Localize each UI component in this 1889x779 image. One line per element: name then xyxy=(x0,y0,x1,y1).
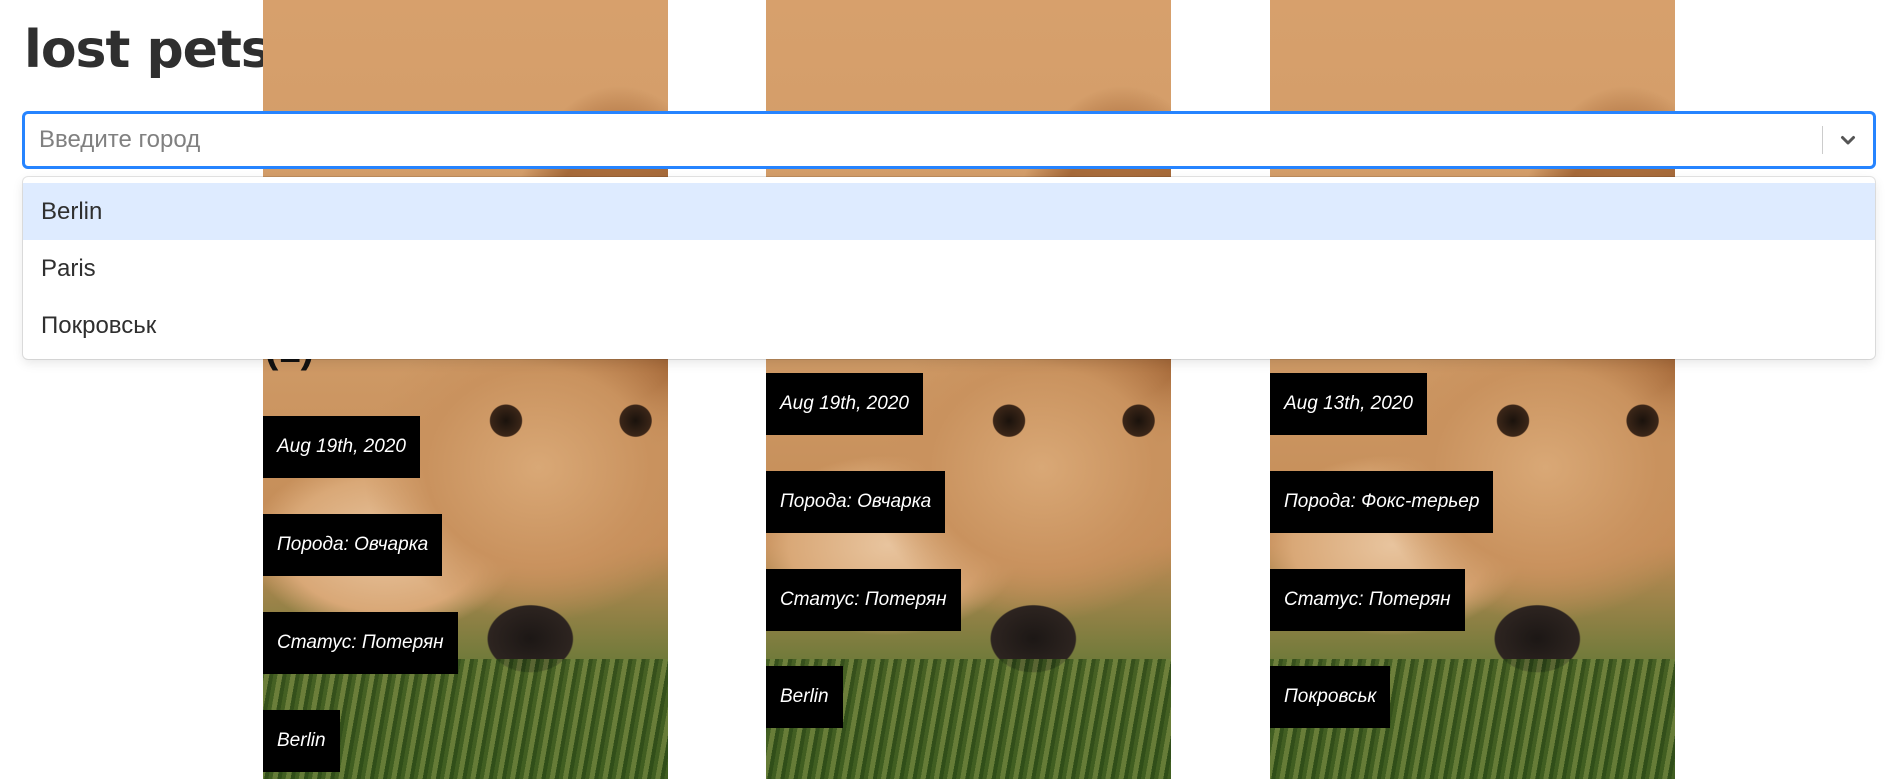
city-select[interactable] xyxy=(23,112,1875,168)
city-option-berlin[interactable]: Berlin xyxy=(23,183,1875,240)
date-tag: Aug 19th, 2020 xyxy=(263,416,420,478)
city-tag: Покровськ xyxy=(1270,666,1391,728)
chevron-down-icon[interactable] xyxy=(1831,124,1865,156)
city-tag: Berlin xyxy=(263,710,340,772)
city-option-paris[interactable]: Paris xyxy=(23,240,1875,297)
breed-tag: Порода: Овчарка xyxy=(766,471,946,533)
city-option-pokrovsk[interactable]: Покровськ xyxy=(23,297,1875,354)
status-tag: Статус: Потерян xyxy=(1270,569,1465,631)
status-tag: Статус: Потерян xyxy=(766,569,961,631)
breed-tag: Порода: Фокс-терьер xyxy=(1270,471,1494,533)
city-tag: Berlin xyxy=(766,666,843,728)
indicator-separator xyxy=(1822,126,1823,154)
status-tag: Статус: Потерян xyxy=(263,612,458,674)
city-dropdown-menu: Berlin Paris Покровськ xyxy=(23,177,1875,359)
city-search-input[interactable] xyxy=(39,114,1819,166)
date-tag: Aug 19th, 2020 xyxy=(766,373,923,435)
date-tag: Aug 13th, 2020 xyxy=(1270,373,1427,435)
breed-tag: Порода: Овчарка xyxy=(263,514,443,576)
page-title: lost pets xyxy=(24,20,272,80)
